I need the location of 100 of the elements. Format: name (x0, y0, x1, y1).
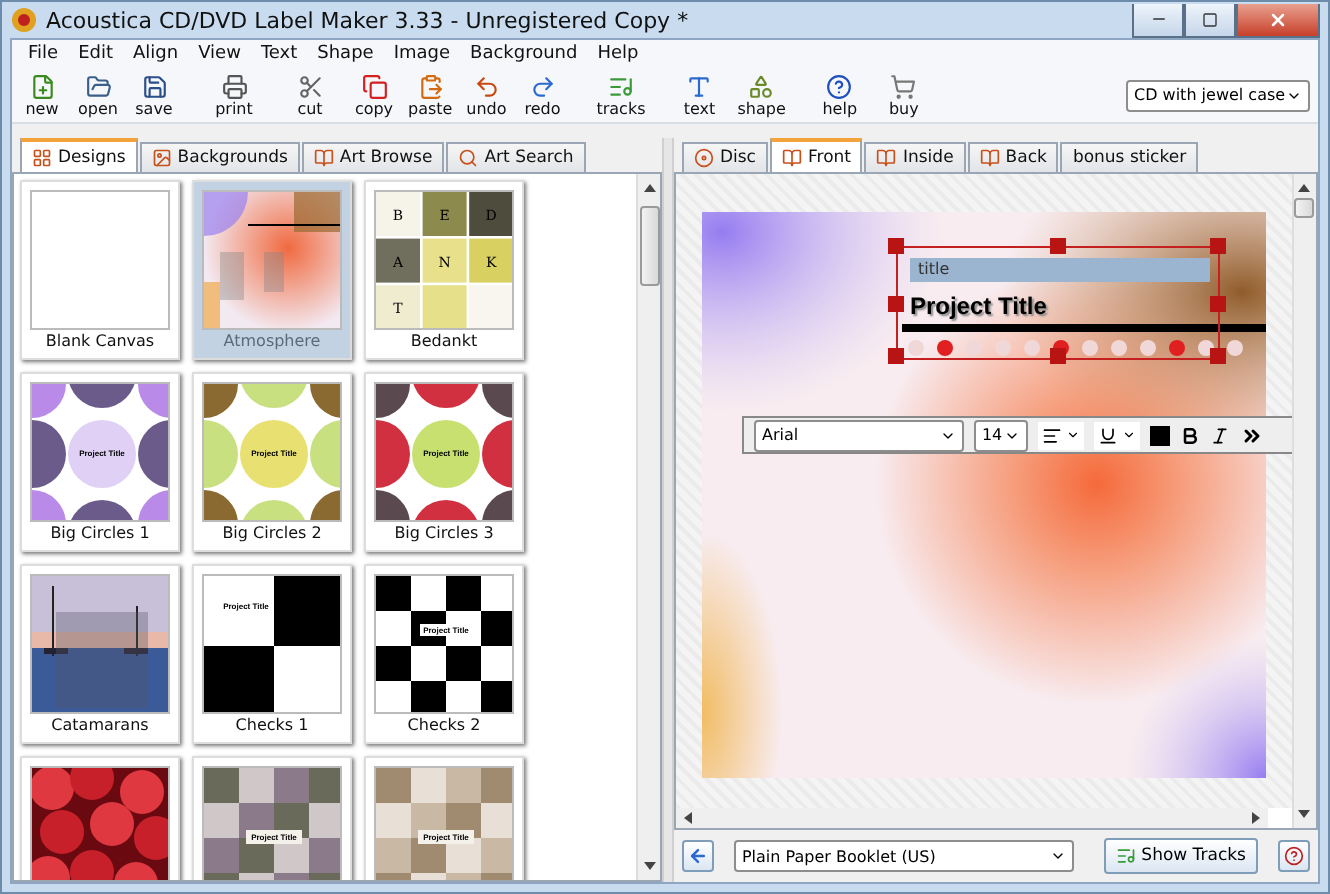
undo-icon (473, 73, 500, 99)
toolbar-button[interactable]: cut (288, 73, 332, 117)
field-tag: title (909, 258, 1210, 282)
back-arrow-icon (687, 846, 708, 866)
layout-dropdown[interactable]: CD with jewel case (1126, 79, 1310, 111)
scroll-arrow-icon[interactable] (1298, 808, 1311, 820)
design-name: Big Circles 2 (222, 524, 322, 542)
toolbar-button[interactable]: print (212, 73, 256, 117)
grid-icon (32, 147, 52, 167)
tab[interactable]: bonus sticker (1060, 142, 1199, 172)
toolbar-button[interactable]: paste (408, 73, 453, 117)
menu-item[interactable]: Text (250, 40, 308, 68)
show-tracks-button[interactable]: Show Tracks (1103, 838, 1258, 874)
toolbar-button[interactable]: text (677, 73, 722, 117)
folder-icon (85, 73, 111, 99)
color-swatch-icon[interactable] (1149, 425, 1170, 445)
scrollbar[interactable] (1291, 174, 1316, 828)
toolbar-button[interactable]: save (132, 73, 176, 117)
menu-item[interactable]: Background (460, 40, 588, 68)
help-icon (826, 73, 853, 99)
menu-item[interactable]: Help (587, 40, 649, 68)
disc-icon (693, 148, 714, 168)
menu-item[interactable]: Shape (307, 40, 384, 68)
design-card[interactable]: Atmosphere (192, 180, 352, 360)
paper-dropdown[interactable]: Plain Paper Booklet (US) (733, 840, 1074, 872)
maximize-icon (1202, 11, 1218, 27)
design-card[interactable]: Catamarans (20, 564, 180, 744)
design-name: Catamarans (51, 716, 149, 734)
scroll-thumb[interactable] (1294, 198, 1315, 218)
design-name: Atmosphere (223, 332, 321, 350)
toolbar-button[interactable]: help (817, 73, 862, 117)
close-button[interactable] (1236, 3, 1320, 37)
toolbar-button[interactable]: undo (464, 73, 509, 117)
scroll-arrow-icon[interactable] (643, 860, 655, 872)
scroll-arrow-icon[interactable] (1298, 182, 1311, 194)
scrollbar[interactable] (675, 808, 1268, 828)
book-icon (313, 148, 334, 168)
project-title[interactable]: Project Title (909, 292, 1047, 320)
book-icon (979, 148, 1000, 168)
close-icon (1268, 9, 1288, 29)
printer-icon (221, 73, 247, 99)
menu-item[interactable]: File (18, 40, 69, 68)
music-list-icon (1115, 846, 1136, 866)
window-title: Acoustica CD/DVD Label Maker 3.33 - Unregistered Copy * (46, 7, 691, 33)
toolbar-button[interactable]: buy (881, 73, 926, 117)
toolbar-button[interactable]: tracks (596, 73, 646, 117)
search-icon (458, 148, 479, 168)
menu-item[interactable]: Align (123, 40, 189, 68)
text-style-button[interactable] (1093, 421, 1140, 449)
clipboard-icon (417, 73, 444, 99)
help-button[interactable] (1277, 840, 1310, 872)
size-dropdown[interactable]: 14 (973, 419, 1028, 451)
scroll-arrow-icon[interactable] (643, 182, 655, 194)
tab[interactable]: Art Search (446, 142, 586, 172)
align-button[interactable] (1037, 421, 1084, 449)
align-left-icon (1041, 425, 1062, 445)
design-name: Bedankt (410, 332, 478, 350)
app-logo-icon (10, 6, 38, 34)
book-icon (781, 147, 802, 167)
image-icon (151, 148, 172, 168)
menu-item[interactable]: Edit (68, 40, 123, 68)
minimize-button[interactable] (1132, 3, 1184, 37)
scroll-arrow-icon[interactable] (1249, 812, 1262, 824)
design-name: Big Circles 1 (50, 524, 150, 542)
resize-handle[interactable] (887, 348, 904, 364)
menu-item[interactable]: Image (383, 40, 461, 68)
scroll-thumb[interactable] (639, 206, 659, 286)
design-name: Big Circles 3 (394, 524, 494, 542)
italic-icon[interactable] (1209, 425, 1230, 445)
design-name: Checks 2 (407, 716, 481, 734)
toolbar-button[interactable]: redo (520, 73, 565, 117)
font-dropdown[interactable]: Arial (753, 419, 964, 451)
tab[interactable]: Back (967, 142, 1059, 172)
back-button[interactable] (681, 840, 714, 872)
toolbar-button[interactable]: open (76, 73, 120, 117)
copy-icon (361, 73, 387, 99)
tab[interactable]: Designs (20, 138, 138, 172)
redo-icon (529, 73, 556, 99)
toolbar-button[interactable]: new (20, 73, 64, 117)
toolbar-button[interactable]: copy (352, 73, 396, 117)
scroll-arrow-icon[interactable] (681, 812, 694, 824)
shapes-icon (748, 73, 775, 99)
tab[interactable]: Disc (681, 142, 768, 172)
design-name: Blank Canvas (45, 332, 155, 350)
tab[interactable]: Backgrounds (139, 142, 300, 172)
cart-icon (890, 73, 917, 99)
tab[interactable]: Front (769, 138, 863, 172)
book-icon (876, 148, 897, 168)
tab[interactable]: Art Browse (301, 142, 445, 172)
scrollbar[interactable] (636, 174, 660, 880)
bold-icon[interactable] (1179, 425, 1200, 445)
menu-item[interactable]: View (188, 40, 251, 68)
scissors-icon (297, 73, 323, 99)
tab[interactable]: Inside (864, 142, 966, 172)
design-name: Checks 1 (235, 716, 309, 734)
help-icon (1283, 846, 1304, 866)
atmosphere-preview (204, 192, 340, 328)
design-card[interactable]: Blank Canvas (20, 180, 180, 360)
maximize-button[interactable] (1184, 3, 1236, 37)
toolbar-button[interactable]: shape (737, 73, 786, 117)
